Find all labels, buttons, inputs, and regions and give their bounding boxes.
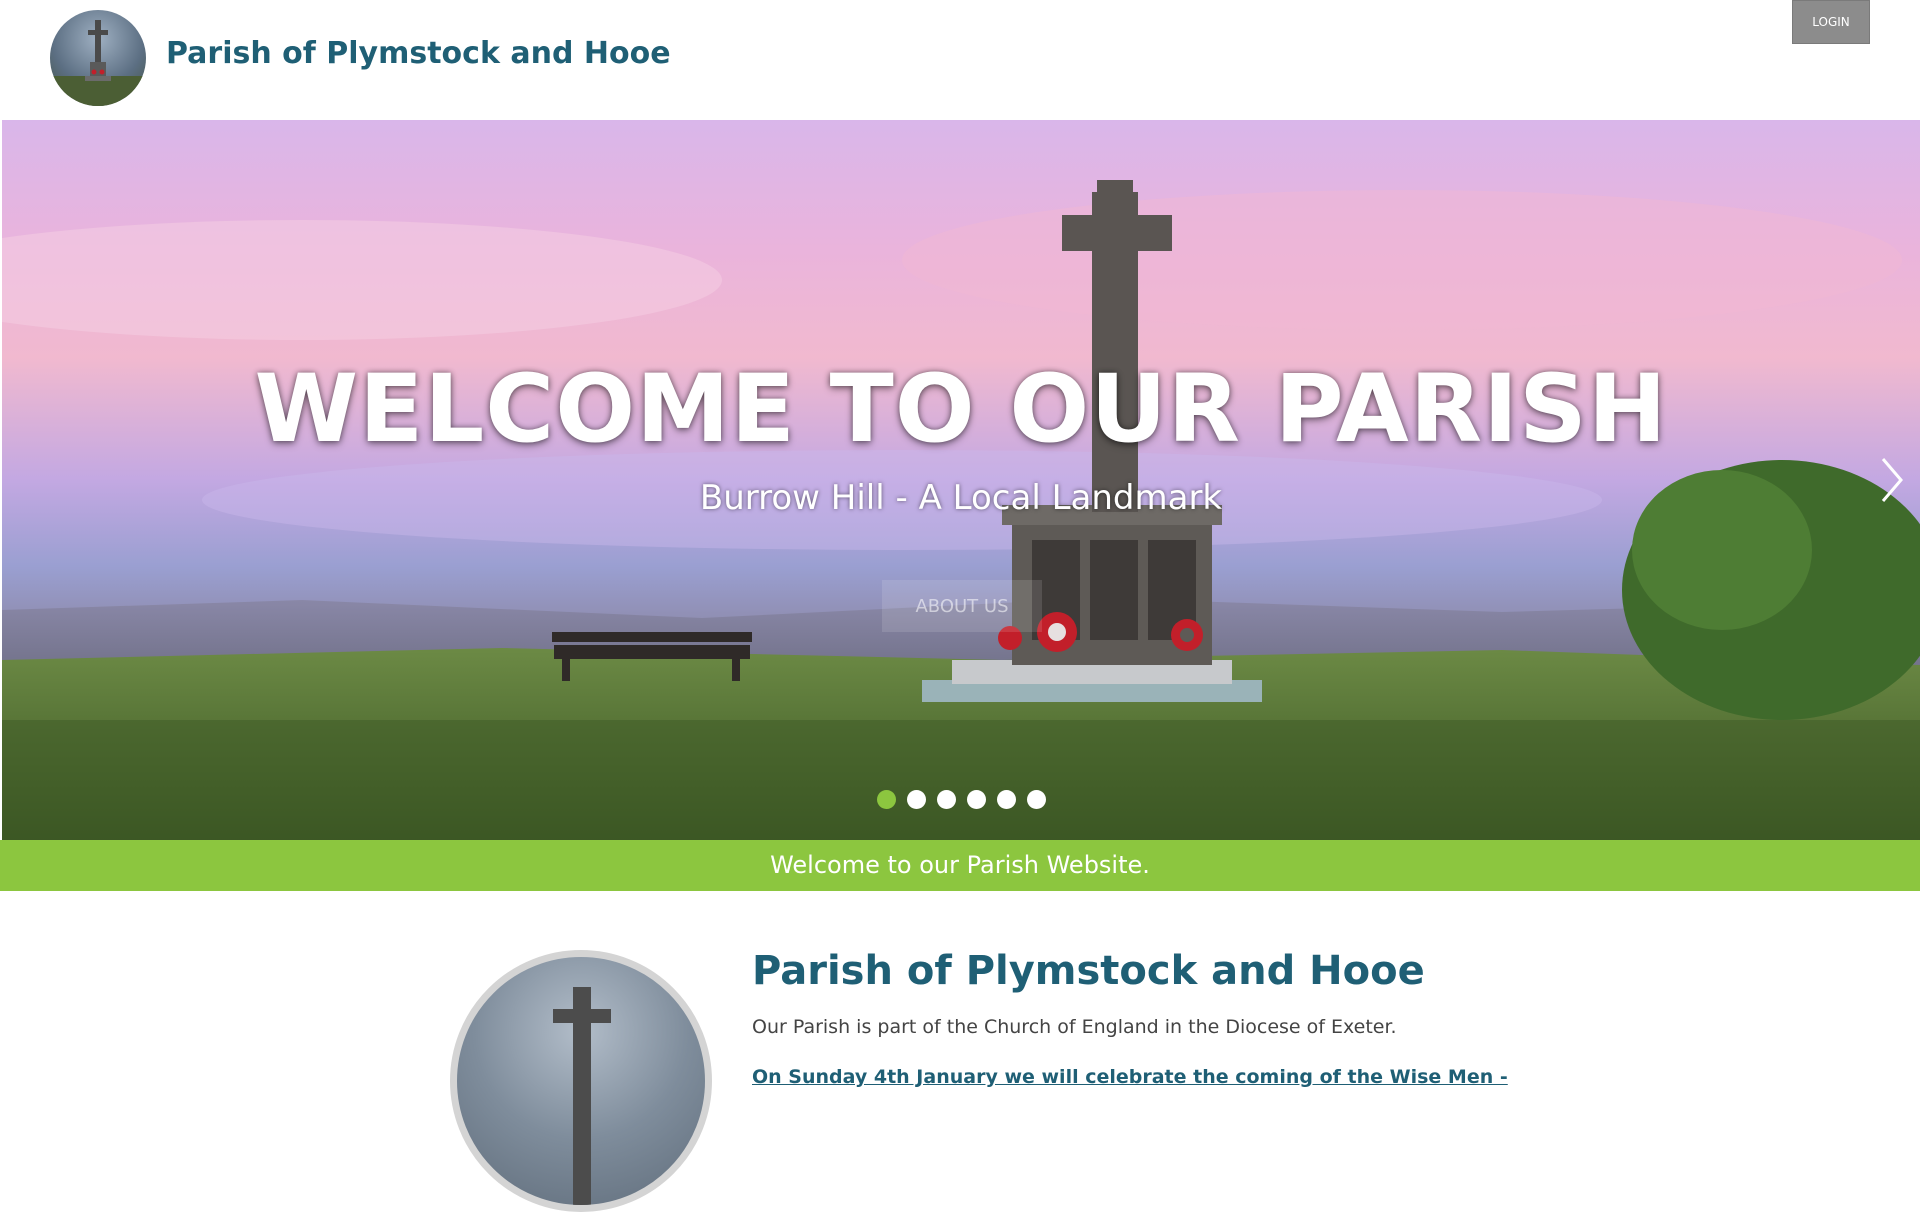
carousel-prev-button[interactable] bbox=[12, 450, 52, 510]
login-button[interactable]: LOGIN bbox=[1792, 0, 1870, 44]
content-heading: Parish of Plymstock and Hooe bbox=[752, 948, 1425, 994]
content-intro: Our Parish is part of the Church of Engl… bbox=[752, 1016, 1397, 1038]
chevron-right-icon bbox=[1881, 458, 1903, 502]
carousel-dot-5[interactable] bbox=[996, 790, 1016, 809]
carousel-dot-3[interactable] bbox=[936, 790, 956, 809]
carousel-next-button[interactable] bbox=[1872, 450, 1912, 510]
welcome-banner: Welcome to our Parish Website. bbox=[0, 840, 1920, 891]
site-logo[interactable] bbox=[50, 10, 146, 106]
hero-carousel: WELCOME TO OUR PARISH Burrow Hill - A Lo… bbox=[2, 120, 1920, 840]
site-header: Parish of Plymstock and Hooe LOGIN bbox=[0, 0, 1920, 120]
content-notice-link[interactable]: On Sunday 4th January we will celebrate … bbox=[752, 1066, 1508, 1088]
hero-title: WELCOME TO OUR PARISH bbox=[254, 355, 1668, 464]
about-us-button[interactable]: ABOUT US bbox=[882, 580, 1042, 632]
parish-photo bbox=[450, 950, 712, 1212]
hero-subtitle: Burrow Hill - A Local Landmark bbox=[699, 478, 1223, 518]
carousel-dot-1[interactable] bbox=[876, 790, 896, 809]
memorial-cross-photo-icon bbox=[553, 987, 611, 1205]
memorial-cross-logo-icon bbox=[50, 20, 146, 106]
carousel-dot-2[interactable] bbox=[906, 790, 926, 809]
carousel-dot-6[interactable] bbox=[1026, 790, 1046, 809]
site-title[interactable]: Parish of Plymstock and Hooe bbox=[166, 36, 671, 71]
carousel-indicators bbox=[2, 790, 1920, 810]
carousel-dot-4[interactable] bbox=[966, 790, 986, 809]
